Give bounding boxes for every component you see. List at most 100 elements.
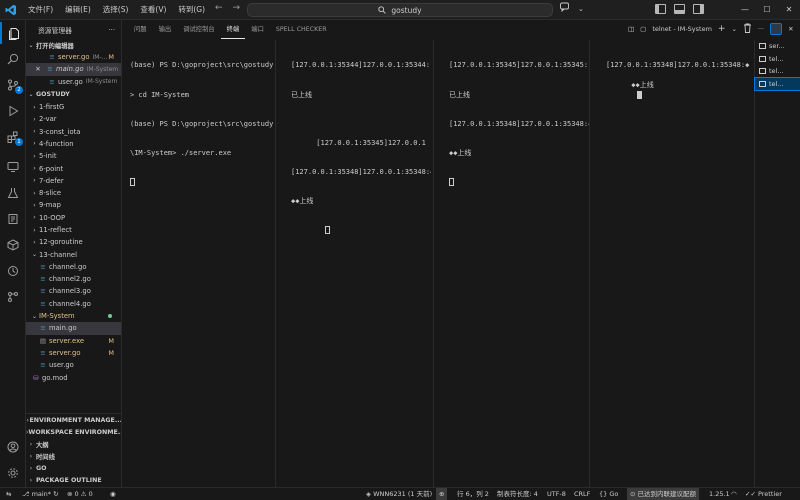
close-icon[interactable]: ✕ (34, 65, 42, 73)
menu-goto[interactable]: 转到(G) (172, 0, 211, 20)
command-center-search[interactable]: gostudy (247, 3, 553, 17)
folder-item[interactable]: › 7-defer (26, 175, 121, 187)
open-editor-item[interactable]: ≡ user.go IM-System (26, 76, 121, 88)
pane-divider[interactable] (589, 40, 590, 487)
toggle-secondary-sidebar-icon[interactable] (693, 4, 704, 14)
chevron-down-icon[interactable]: ⌄ (578, 5, 584, 13)
gopher-icon[interactable]: ◠ (731, 488, 737, 500)
close-panel-button[interactable]: ✕ (788, 25, 793, 33)
terminal-list-item[interactable]: tel... (755, 53, 800, 66)
pane-divider[interactable] (433, 40, 434, 487)
zoom-icon[interactable]: ⊕ (436, 488, 448, 500)
trash-icon[interactable] (743, 23, 752, 35)
workspace-section[interactable]: ⌄ GOSTUDY (26, 89, 121, 101)
tab-spell-checker[interactable]: SPELL CHECKER (270, 20, 333, 40)
testing-flask-icon[interactable] (0, 182, 26, 204)
source-control-icon[interactable]: 2 (0, 74, 26, 96)
sidebar-section[interactable]: › 时间线 (26, 450, 121, 462)
terminal-name[interactable]: telnet - IM-System (652, 25, 712, 33)
git-blame-item[interactable]: ◈ WNN6231 (1 天前) (366, 488, 432, 500)
terminal-pane-4[interactable]: [127.0.0.1:35348]127.0.0.1:35348:◆ ◆◆上线 (606, 40, 753, 487)
folder-item[interactable]: › 6-point (26, 162, 121, 174)
file-item[interactable]: ≡ channel.go (26, 261, 121, 273)
tab-debug-console[interactable]: 调试控制台 (177, 20, 220, 40)
go-version[interactable]: 1.25.1 (709, 488, 730, 500)
terminal-pane-2[interactable]: [127.0.0.1:35344]127.0.0.1:35344: 已上线 [1… (291, 40, 431, 487)
folder-item[interactable]: › 11-reflect (26, 224, 121, 236)
minimize-button[interactable]: — (734, 0, 756, 20)
copilot-chat-icon[interactable] (560, 2, 571, 15)
gomod-file[interactable]: ⛁ go.mod (26, 371, 121, 383)
terminal-list-item[interactable]: ser... (755, 40, 800, 53)
more-actions-button[interactable]: ··· (758, 25, 764, 33)
maximize-button[interactable]: ☐ (756, 0, 778, 20)
open-editor-item[interactable]: ✕ ≡ main.go IM-System (26, 63, 121, 76)
tab-terminal[interactable]: 终端 (220, 21, 246, 39)
explorer-more-button[interactable]: ··· (109, 26, 115, 34)
maximize-panel-button[interactable] (770, 23, 783, 35)
folder-13-channel[interactable]: ⌄ 13-channel (26, 248, 121, 260)
remote-indicator-icon[interactable]: ⇆ (6, 488, 11, 500)
file-item[interactable]: ≡ user.go (26, 359, 121, 371)
terminal-pane-1[interactable]: (base) PS D:\goproject\src\gostudy > cd … (130, 40, 280, 487)
file-item[interactable]: ▤ server.exe M (26, 335, 121, 347)
prettier-item[interactable]: ✓✓ Prettier (745, 488, 782, 500)
terminal-list-item[interactable]: tel... (754, 76, 800, 91)
file-item[interactable]: ≡ main.go (26, 322, 121, 335)
tab-output[interactable]: 输出 (153, 20, 178, 40)
folder-item[interactable]: › 2-var (26, 113, 121, 125)
sidebar-section[interactable]: › PACKAGE OUTLINE (26, 474, 121, 486)
explorer-icon[interactable] (0, 22, 26, 44)
folder-item[interactable]: › 12-goroutine (26, 236, 121, 248)
pane-divider[interactable] (275, 40, 276, 487)
tab-size[interactable]: 制表符长度: 4 (497, 488, 538, 500)
file-item[interactable]: ≡ server.go M (26, 347, 121, 359)
language-mode[interactable]: {} Go (599, 488, 618, 500)
file-item[interactable]: ≡ channel3.go (26, 285, 121, 297)
menu-selection[interactable]: 选择(S) (97, 0, 135, 20)
broadcast-icon[interactable]: ◉ (110, 488, 116, 500)
folder-im-system[interactable]: ⌄ IM-System (26, 310, 121, 322)
timeline-icon[interactable] (0, 260, 26, 282)
cursor-position[interactable]: 行 6，列 2 (457, 488, 489, 500)
split-terminal-icon[interactable]: ◫ (628, 25, 634, 33)
menu-edit[interactable]: 编辑(E) (59, 0, 97, 20)
chevron-down-icon[interactable]: ⌄ (731, 25, 736, 33)
tab-problems[interactable]: 问题 (128, 20, 153, 40)
problems-item[interactable]: ⊗ 0 ⚠ 0 (67, 488, 93, 500)
branch-item[interactable]: ⎇ main* ↻ (22, 488, 59, 500)
sidebar-section[interactable]: › ENVIRONMENT MANAGE... (26, 414, 121, 426)
terminal-list-item[interactable]: tel... (755, 65, 800, 78)
account-icon[interactable] (0, 436, 26, 458)
encoding[interactable]: UTF-8 (547, 488, 566, 500)
folder-item[interactable]: › 3-const_iota (26, 125, 121, 137)
remote-explorer-icon[interactable] (0, 156, 26, 178)
package-box-icon[interactable] (0, 234, 26, 256)
folder-item[interactable]: › 1-firstG (26, 101, 121, 113)
run-debug-icon[interactable] (0, 100, 26, 122)
menu-view[interactable]: 查看(V) (134, 0, 172, 20)
folder-item[interactable]: › 5-init (26, 150, 121, 162)
open-editors-section[interactable]: ⌄ 打开的编辑器 (26, 39, 121, 51)
git-graph-icon[interactable] (0, 286, 26, 308)
toggle-panel-icon[interactable] (674, 4, 685, 14)
folder-item[interactable]: › 9-map (26, 199, 121, 211)
tab-ports[interactable]: 端口 (245, 20, 270, 40)
file-item[interactable]: ≡ channel2.go (26, 273, 121, 285)
file-item[interactable]: ≡ channel4.go (26, 298, 121, 310)
close-window-button[interactable]: ✕ (778, 0, 800, 20)
folder-item[interactable]: › 4-function (26, 138, 121, 150)
sidebar-section[interactable]: › GO (26, 462, 121, 474)
forward-arrow-icon[interactable]: → (233, 3, 241, 13)
folder-item[interactable]: › 10-OOP (26, 212, 121, 224)
line-ending[interactable]: CRLF (574, 488, 590, 500)
toggle-primary-sidebar-icon[interactable] (655, 4, 666, 14)
back-arrow-icon[interactable]: ← (215, 3, 223, 13)
copilot-notice[interactable]: ⊙ 已达到内联建议配额 (627, 488, 700, 500)
settings-gear-icon[interactable] (0, 462, 26, 484)
terminal-pane-3[interactable]: [127.0.0.1:35345]127.0.0.1:35345: 已上线 [1… (449, 40, 589, 487)
docker-icon[interactable] (0, 208, 26, 230)
extensions-icon[interactable]: 1 (0, 126, 26, 148)
search-icon[interactable] (0, 48, 26, 70)
menu-file[interactable]: 文件(F) (22, 0, 59, 20)
